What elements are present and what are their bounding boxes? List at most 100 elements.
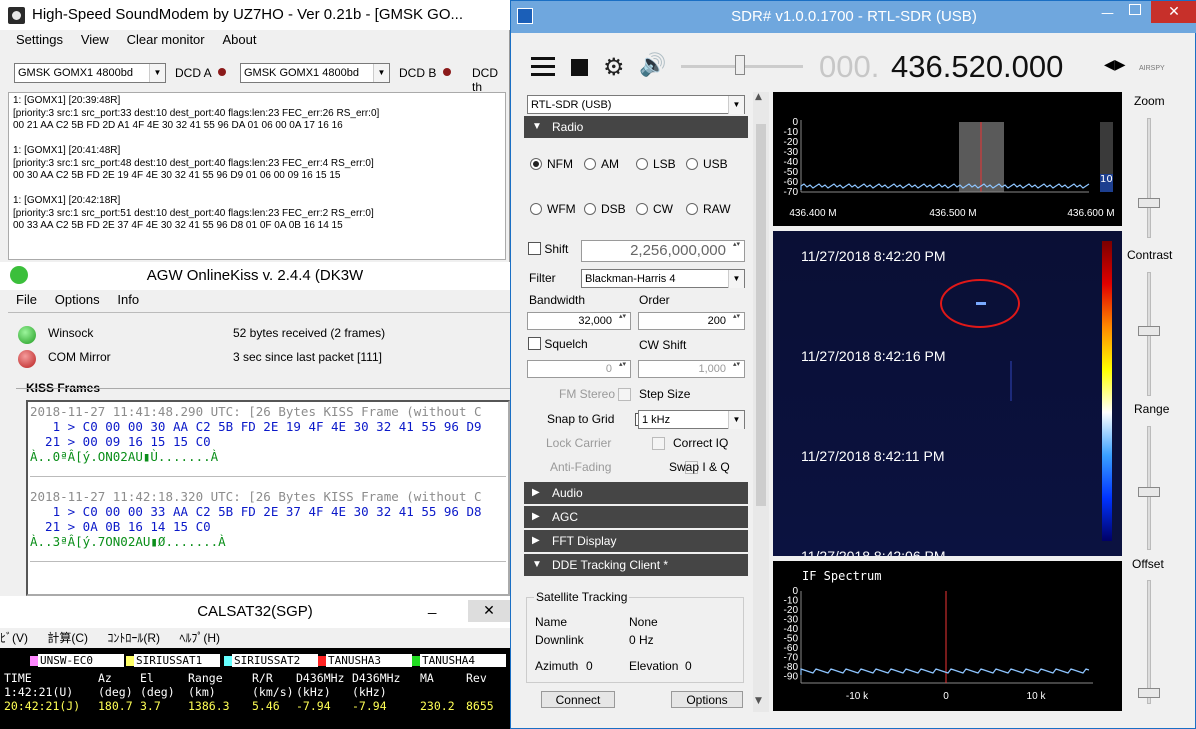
close-icon[interactable]: ✕ [468,600,510,622]
mode-dsb[interactable]: DSB [584,202,626,216]
radio-selected-icon [530,158,542,170]
lock-carrier-checkbox[interactable] [651,437,665,450]
step-size-select[interactable]: 1 kHz ▼ [638,410,745,429]
mode-usb[interactable]: USB [686,157,728,171]
mode-nfm[interactable]: NFM [530,157,573,171]
scroll-down-icon[interactable]: ▼ [755,696,762,706]
kiss-frames-list[interactable]: 2018-11-27 11:41:48.290 UTC: [26 Bytes K… [26,400,510,596]
bandwidth-input[interactable]: 32,000 [527,312,631,330]
modem-a-select[interactable]: GMSK GOMX1 4800bd ▼ [14,63,166,83]
dcd-b-indicator-icon [443,68,451,76]
menu-help[interactable]: ﾍﾙﾌﾟ(H) [179,631,220,645]
menu-view[interactable]: ﾋﾞ(V) [0,631,28,645]
downlink-label: Downlink [535,633,584,647]
spectrum-x-tick: 436.500 M [929,208,976,219]
waterfall-display[interactable]: 11/27/2018 8:42:20 PM 11/27/2018 8:42:16… [773,231,1122,556]
modem-b-select[interactable]: GMSK GOMX1 4800bd ▼ [240,63,390,83]
stop-icon[interactable] [571,59,588,76]
com-mirror-label: COM Mirror [48,350,111,364]
if-x-ticks: -10 k 0 10 k [846,691,1047,702]
source-select[interactable]: RTL-SDR (USB) ▼ [527,95,745,114]
contrast-slider-thumb[interactable] [1138,326,1160,336]
connect-button[interactable]: Connect [541,691,615,708]
sat-tab[interactable]: TANUSHA3 [326,654,412,667]
maximize-icon[interactable] [1129,4,1141,15]
volume-slider-thumb[interactable] [735,55,745,75]
cw-shift-input[interactable]: 1,000 [638,360,745,378]
offset-slider[interactable] [1147,580,1151,704]
if-y-tick: -90 [784,672,799,683]
frequency-display[interactable]: 436.520.000 [891,49,1063,85]
agc-panel-header[interactable]: ▶ AGC [524,506,748,528]
minimize-icon[interactable]: — [1101,6,1114,21]
checkbox-icon [528,337,541,350]
hamburger-menu-icon[interactable] [531,57,555,77]
calsat-unit-cell: (kHz) [296,685,331,699]
fm-stereo-checkbox[interactable] [618,388,631,401]
mode-label: AM [601,157,619,171]
tuning-arrows-icon[interactable]: ◀▶ [1104,57,1126,73]
order-input[interactable]: 200 [638,312,745,330]
fft-header-label: FFT Display [552,534,617,548]
options-button[interactable]: Options [671,691,743,708]
sat-tab[interactable]: SIRIUSSAT2 [232,654,318,667]
squelch-checkbox[interactable]: Squelch [528,337,588,351]
scroll-up-icon[interactable]: ▲ [755,92,762,102]
mode-lsb[interactable]: LSB [636,157,676,171]
dcd-c-label: DCD th [472,66,498,94]
menu-view[interactable]: View [81,32,109,47]
gear-icon[interactable]: ⚙ [603,53,625,81]
sat-color-swatch [412,656,420,666]
minimize-button[interactable]: _ [428,598,436,615]
dde-tracking-panel-header[interactable]: ▼ DDE Tracking Client * [524,554,748,576]
calsat-data-row: 20:42:21(J) 180.7 3.7 1386.3 5.46 -7.94 -7.94 2… [0,699,510,713]
range-slider-thumb[interactable] [1138,487,1160,497]
expand-triangle-icon: ▶ [532,535,540,546]
menu-settings[interactable]: Settings [16,32,63,47]
spectrum-display[interactable]: 0 -10 -20 -30 -40 -50 -60 -70 436.400 M 436.500 … [773,92,1122,226]
sat-tab[interactable]: TANUSHA4 [420,654,506,667]
scroll-thumb[interactable] [756,124,766,506]
sat-tab[interactable]: UNSW-EC0 [38,654,124,667]
soundmodem-window: High-Speed SoundModem by UZ7HO - Ver 0.2… [0,0,510,262]
menu-options[interactable]: Options [55,292,100,307]
calsat-data-cell: 5.46 [252,699,280,713]
audio-panel-header[interactable]: ▶ Audio [524,482,748,504]
zoom-slider[interactable] [1147,118,1151,238]
mode-cw[interactable]: CW [636,202,673,216]
contrast-label: Contrast [1127,248,1173,262]
squelch-input[interactable]: 0 [527,360,631,378]
menu-about[interactable]: About [222,32,256,47]
calsat-header-cell: TIME [4,671,32,685]
mode-label: NFM [547,157,573,171]
calsat-data-cell: 20:42:21(J) [4,699,81,713]
shift-value-input[interactable]: 2,256,000,000 [581,240,745,262]
spectrum-x-tick: 436.400 M [789,208,836,219]
modem-a-value: GMSK GOMX1 4800bd [18,67,133,79]
menu-control[interactable]: ｺﾝﾄﾛｰﾙ(R) [107,631,160,645]
mode-wfm[interactable]: WFM [530,202,576,216]
waterfall-timestamp: 11/27/2018 8:42:20 PM [801,248,946,264]
menu-file[interactable]: File [16,292,37,307]
fft-display-panel-header[interactable]: ▶ FFT Display [524,530,748,552]
speaker-icon[interactable]: 🔊 [639,53,666,78]
menu-calc[interactable]: 計算(C) [47,631,88,645]
sdr-titlebar: SDR# v1.0.0.1700 - RTL-SDR (USB) [511,1,1196,33]
satellite-tracking-label: Satellite Tracking [534,590,630,604]
menu-clear-monitor[interactable]: Clear monitor [127,32,205,47]
calsat-data-cell: -7.94 [352,699,387,713]
settings-scrollbar[interactable]: ▲ ▼ [753,92,769,712]
mode-am[interactable]: AM [584,157,619,171]
filter-select[interactable]: Blackman-Harris 4 ▼ [581,269,745,288]
menu-info[interactable]: Info [117,292,139,307]
monitor-log[interactable]: 1: [GOMX1] [20:39:48R] [priority:3 src:1… [8,92,506,260]
zoom-slider-thumb[interactable] [1138,198,1160,208]
mode-raw[interactable]: RAW [686,202,731,216]
sat-tab[interactable]: SIRIUSSAT1 [134,654,220,667]
close-icon[interactable]: ✕ [1151,1,1196,23]
sat-color-swatch [224,656,232,666]
shift-checkbox[interactable]: Shift [528,242,568,256]
offset-slider-thumb[interactable] [1138,688,1160,698]
radio-panel-header[interactable]: ▼ Radio [524,116,748,138]
if-spectrum-display[interactable]: IF Spectrum 0 -10 -20 -30 -40 -50 -60 -70 -80 -90… [773,561,1122,711]
